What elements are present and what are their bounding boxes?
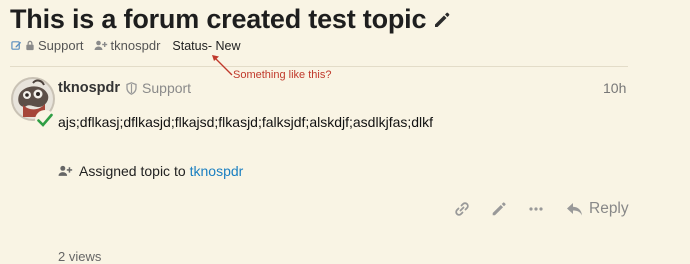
topic-category-link[interactable]: Support: [38, 38, 84, 53]
post-header: tknospdr Support: [58, 80, 191, 96]
topic-meta: Support tknospdr Status- New: [11, 38, 241, 53]
post-body: ajs;dflkasj;dflkasjd;flkajsd;flkasjd;fal…: [58, 114, 434, 130]
topic-title: This is a forum created test topic: [10, 4, 427, 34]
small-action-text: Assigned topic to: [79, 163, 186, 179]
topic-divider: [10, 66, 628, 67]
post-username[interactable]: tknospdr: [58, 80, 120, 96]
lock-icon: [25, 40, 35, 51]
small-action: Assigned topic to tknospdr: [58, 163, 243, 179]
post-date[interactable]: 10h: [603, 80, 626, 96]
assigned-user-link[interactable]: tknospdr: [190, 163, 244, 179]
check-icon: [35, 110, 55, 130]
user-plus-icon: [58, 165, 73, 177]
user-plus-icon: [94, 40, 108, 51]
pencil-icon[interactable]: [490, 200, 508, 218]
annotation-text: Something like this?: [233, 69, 332, 81]
pencil-square-icon[interactable]: [11, 40, 22, 51]
link-icon[interactable]: [453, 200, 471, 218]
shield-icon: [126, 81, 137, 95]
post-actions: Reply: [0, 200, 690, 224]
views-count: 2 views: [58, 249, 102, 264]
assigned-user-link[interactable]: tknospdr: [111, 38, 161, 53]
reply-icon: [567, 202, 582, 215]
topic-title-row: This is a forum created test topic: [10, 4, 452, 35]
pencil-icon[interactable]: [432, 10, 452, 30]
reply-label: Reply: [589, 200, 629, 217]
post-user-title: Support: [142, 80, 192, 96]
reply-button[interactable]: Reply: [566, 200, 629, 218]
ellipsis-icon[interactable]: [527, 200, 545, 218]
status-text: Status- New: [172, 38, 241, 53]
